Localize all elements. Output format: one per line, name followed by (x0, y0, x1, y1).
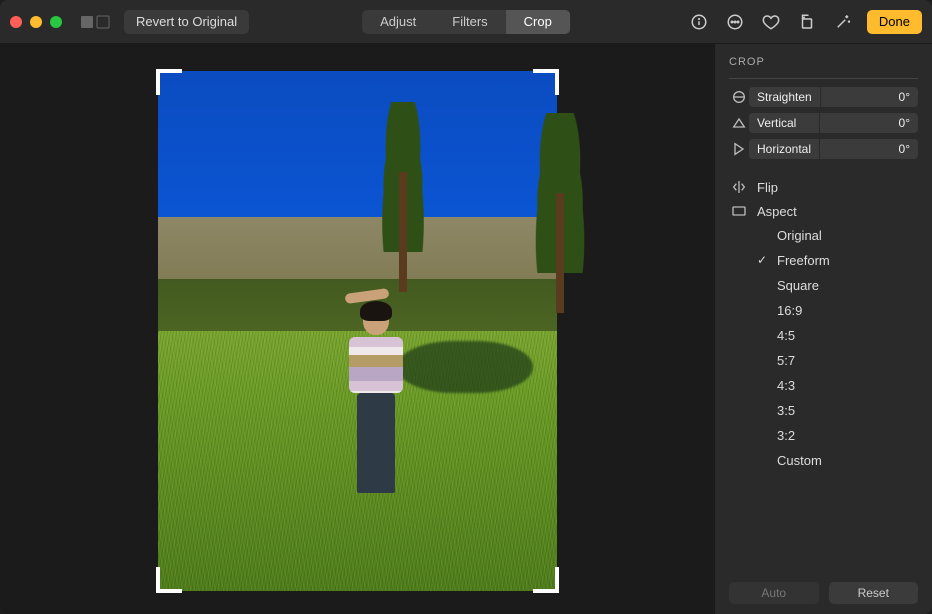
aspect-row[interactable]: Aspect (729, 199, 918, 223)
aspect-label: Aspect (757, 204, 797, 219)
horizontal-row[interactable]: Horizontal 0° (729, 139, 918, 159)
tab-filters[interactable]: Filters (434, 10, 505, 34)
flip-icon (729, 179, 749, 195)
tab-crop[interactable]: Crop (506, 10, 570, 34)
photo-person (341, 305, 411, 505)
aspect-4-3[interactable]: 4:3 (757, 373, 918, 398)
tab-adjust[interactable]: Adjust (362, 10, 434, 34)
aspect-4-5[interactable]: 4:5 (757, 323, 918, 348)
flip-label: Flip (757, 180, 778, 195)
crop-handle-bl[interactable] (156, 567, 182, 593)
photos-edit-window: Revert to Original Adjust Filters Crop D… (0, 0, 932, 614)
mode-segmented-control: Adjust Filters Crop (362, 10, 570, 34)
panel-title: CROP (729, 56, 918, 68)
crop-handle-tl[interactable] (156, 69, 182, 95)
thumbnail-toggle[interactable] (80, 15, 110, 29)
info-icon[interactable] (687, 10, 711, 34)
aspect-3-5[interactable]: 3:5 (757, 398, 918, 423)
close-icon[interactable] (10, 16, 22, 28)
crop-handle-br[interactable] (533, 567, 559, 593)
photo-pond (397, 341, 533, 393)
aspect-16-9[interactable]: 16:9 (757, 298, 918, 323)
divider (729, 78, 918, 79)
vertical-value[interactable]: 0° (819, 113, 918, 133)
done-button[interactable]: Done (867, 10, 922, 34)
straighten-label: Straighten (749, 87, 820, 107)
more-icon[interactable] (723, 10, 747, 34)
toolbar-right: Done (687, 10, 922, 34)
window-controls (10, 16, 62, 28)
crop-handle-tr[interactable] (533, 69, 559, 95)
straighten-value[interactable]: 0° (820, 87, 918, 107)
reset-button[interactable]: Reset (829, 582, 919, 604)
straighten-row[interactable]: Straighten 0° (729, 87, 918, 107)
rotate-icon[interactable] (795, 10, 819, 34)
horizontal-icon (729, 141, 749, 157)
auto-button[interactable]: Auto (729, 582, 819, 604)
crop-frame[interactable] (158, 71, 557, 591)
sidebar-footer: Auto Reset (729, 582, 918, 604)
minimize-icon[interactable] (30, 16, 42, 28)
toolbar: Revert to Original Adjust Filters Crop D… (0, 0, 932, 44)
check-icon: ✓ (757, 253, 767, 267)
vertical-row[interactable]: Vertical 0° (729, 113, 918, 133)
aspect-original[interactable]: Original (757, 223, 918, 248)
canvas-area[interactable] (0, 44, 714, 614)
vertical-icon (729, 115, 749, 131)
fullscreen-icon[interactable] (50, 16, 62, 28)
revert-button[interactable]: Revert to Original (124, 10, 249, 34)
auto-enhance-icon[interactable] (831, 10, 855, 34)
straighten-icon (729, 89, 749, 105)
horizontal-value[interactable]: 0° (819, 139, 918, 159)
aspect-list: Original ✓Freeform Square 16:9 4:5 5:7 4… (757, 223, 918, 473)
aspect-freeform[interactable]: ✓Freeform (757, 248, 918, 273)
flip-row[interactable]: Flip (729, 175, 918, 199)
favorite-icon[interactable] (759, 10, 783, 34)
aspect-square[interactable]: Square (757, 273, 918, 298)
aspect-5-7[interactable]: 5:7 (757, 348, 918, 373)
aspect-custom[interactable]: Custom (757, 448, 918, 473)
horizontal-label: Horizontal (749, 139, 819, 159)
editor-body: CROP Straighten 0° Vertical 0° (0, 44, 932, 614)
crop-sidebar: CROP Straighten 0° Vertical 0° (714, 44, 932, 614)
aspect-icon (729, 203, 749, 219)
vertical-label: Vertical (749, 113, 819, 133)
aspect-3-2[interactable]: 3:2 (757, 423, 918, 448)
